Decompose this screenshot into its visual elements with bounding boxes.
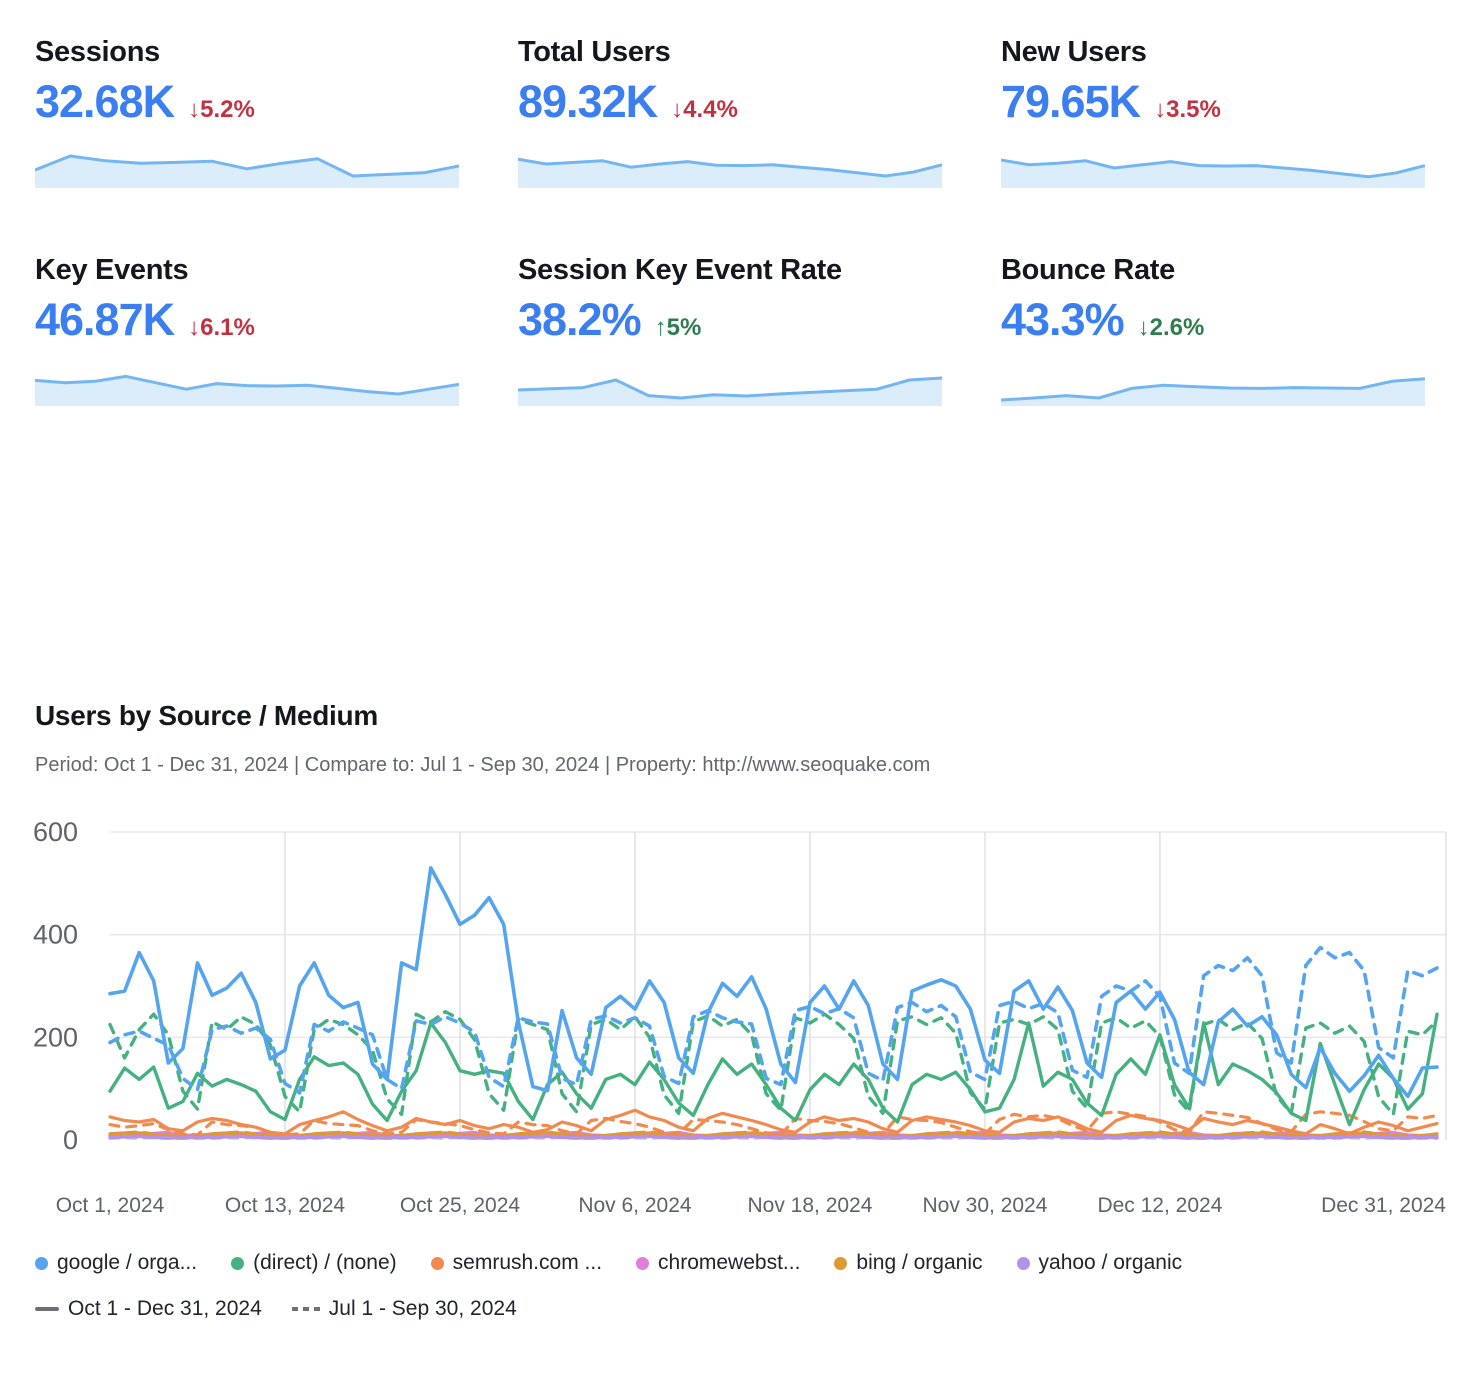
kpi-grid: Sessions 32.68K ↓5.2% Total Users 89.32K… (35, 36, 1482, 406)
kpi-title: Total Users (518, 36, 942, 69)
series-color-dot (1017, 1257, 1030, 1270)
kpi-value: 43.3% (1001, 297, 1124, 342)
legend-label: semrush.com ... (453, 1251, 602, 1275)
y-axis-label: 400 (33, 920, 78, 950)
series-semrush-current (110, 1110, 1437, 1134)
kpi-sparkline (35, 354, 459, 406)
analytics-dashboard: Sessions 32.68K ↓5.2% Total Users 89.32K… (0, 0, 1482, 1374)
kpi-title: Bounce Rate (1001, 254, 1425, 287)
series-color-dot (834, 1257, 847, 1270)
kpi-card-key-events[interactable]: Key Events 46.87K ↓6.1% (35, 254, 459, 406)
kpi-value-row: 46.87K ↓6.1% (35, 297, 459, 342)
dashed-line-glyph (292, 1307, 320, 1311)
kpi-delta: ↓6.1% (188, 314, 255, 342)
series-color-dot (35, 1257, 48, 1270)
series-color-dot (431, 1257, 444, 1270)
x-axis-label: Oct 25, 2024 (400, 1194, 521, 1217)
kpi-card-bounce-rate[interactable]: Bounce Rate 43.3% ↓2.6% (1001, 254, 1425, 406)
x-axis-label: Oct 1, 2024 (56, 1194, 165, 1217)
legend-label: (direct) / (none) (253, 1251, 397, 1275)
chart-subtitle: Period: Oct 1 - Dec 31, 2024 | Compare t… (35, 754, 1482, 777)
x-axis-label: Nov 30, 2024 (922, 1194, 1047, 1217)
kpi-delta: ↓4.4% (671, 96, 738, 124)
legend-label: google / orga... (57, 1251, 197, 1275)
kpi-value-row: 38.2% ↑5% (518, 297, 942, 342)
legend-label: chromewebst... (658, 1251, 800, 1275)
kpi-sparkline (35, 136, 459, 188)
kpi-delta: ↓3.5% (1154, 96, 1221, 124)
kpi-delta: ↓2.6% (1138, 314, 1205, 342)
kpi-title: Key Events (35, 254, 459, 287)
series-color-dot (231, 1257, 244, 1270)
legend-item-direct-none[interactable]: (direct) / (none) (231, 1251, 397, 1275)
chart-legend: google / orga... (direct) / (none) semru… (35, 1251, 1482, 1275)
series-color-dot (636, 1257, 649, 1270)
legend-item-yahoo-organic[interactable]: yahoo / organic (1017, 1251, 1183, 1275)
x-axis-label: Dec 31, 2024 (1321, 1194, 1446, 1217)
kpi-sparkline (1001, 354, 1425, 406)
legend-item-google-organic[interactable]: google / orga... (35, 1251, 197, 1275)
kpi-card-sessions[interactable]: Sessions 32.68K ↓5.2% (35, 36, 459, 188)
period-legend: Oct 1 - Dec 31, 2024 Jul 1 - Sep 30, 202… (35, 1297, 1482, 1321)
users-by-source-medium-section: Users by Source / Medium Period: Oct 1 -… (0, 700, 1482, 1321)
legend-label: bing / organic (856, 1251, 982, 1275)
kpi-value: 46.87K (35, 297, 174, 342)
kpi-card-total-users[interactable]: Total Users 89.32K ↓4.4% (518, 36, 942, 188)
kpi-delta: ↓5.2% (188, 96, 255, 124)
period-legend-previous[interactable]: Jul 1 - Sep 30, 2024 (292, 1297, 517, 1321)
period-label: Oct 1 - Dec 31, 2024 (68, 1297, 262, 1321)
legend-label: yahoo / organic (1039, 1251, 1183, 1275)
kpi-card-new-users[interactable]: New Users 79.65K ↓3.5% (1001, 36, 1425, 188)
kpi-value-row: 43.3% ↓2.6% (1001, 297, 1425, 342)
series-yahoo-organic-current (110, 1136, 1437, 1138)
kpi-title: New Users (1001, 36, 1425, 69)
x-axis-label: Dec 12, 2024 (1097, 1194, 1222, 1217)
period-label: Jul 1 - Sep 30, 2024 (329, 1297, 517, 1321)
kpi-value-row: 32.68K ↓5.2% (35, 79, 459, 124)
kpi-value: 32.68K (35, 79, 174, 124)
x-axis-label: Nov 6, 2024 (578, 1194, 692, 1217)
legend-item-semrush[interactable]: semrush.com ... (431, 1251, 602, 1275)
kpi-sparkline (1001, 136, 1425, 188)
kpi-value: 38.2% (518, 297, 641, 342)
x-axis-label: Nov 18, 2024 (747, 1194, 872, 1217)
kpi-sparkline (518, 136, 942, 188)
kpi-value-row: 89.32K ↓4.4% (518, 79, 942, 124)
period-legend-current[interactable]: Oct 1 - Dec 31, 2024 (35, 1297, 262, 1321)
kpi-title: Sessions (35, 36, 459, 69)
kpi-value-row: 79.65K ↓3.5% (1001, 79, 1425, 124)
y-axis-label: 0 (63, 1125, 78, 1155)
kpi-card-session-key-event-rate[interactable]: Session Key Event Rate 38.2% ↑5% (518, 254, 942, 406)
line-chart-canvas[interactable]: 0 200 400 600 Oct 1, 2024 Oct 13, 2024 Oct 25,… (0, 807, 1482, 1227)
kpi-delta: ↑5% (655, 314, 702, 342)
kpi-title: Session Key Event Rate (518, 254, 942, 287)
kpi-value: 79.65K (1001, 79, 1140, 124)
kpi-value: 89.32K (518, 79, 657, 124)
y-axis-label: 200 (33, 1022, 78, 1052)
kpi-sparkline (518, 354, 942, 406)
solid-line-glyph (35, 1307, 59, 1311)
y-axis-label: 600 (33, 817, 78, 847)
legend-item-chromewebstore[interactable]: chromewebst... (636, 1251, 800, 1275)
chart-title: Users by Source / Medium (35, 700, 1482, 732)
legend-item-bing-organic[interactable]: bing / organic (834, 1251, 982, 1275)
x-axis-label: Oct 13, 2024 (225, 1194, 346, 1217)
